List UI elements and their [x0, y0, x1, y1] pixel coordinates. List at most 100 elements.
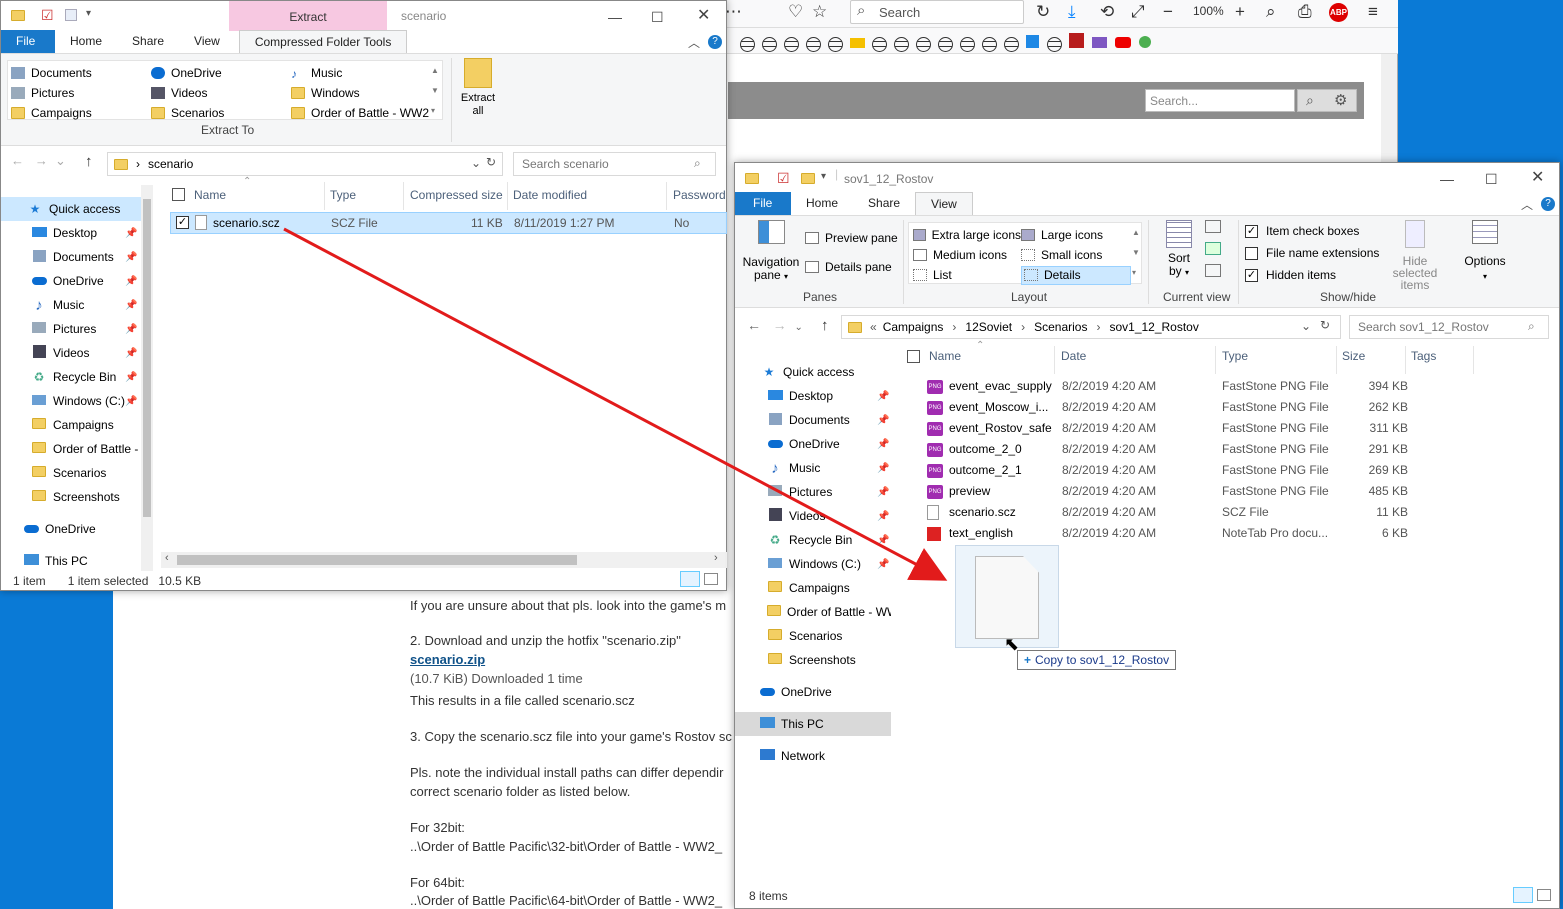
ribbon-collapse-icon[interactable]: ︿ [1521, 196, 1533, 213]
table-row[interactable]: scenario.scz 8/2/2019 4:20 AM SCZ File 11 K… [927, 502, 1527, 523]
nav-screenshots[interactable]: Screenshots [31, 485, 120, 509]
nav-music[interactable]: ♪ Music 📌 [31, 293, 139, 317]
address-bar[interactable]: › scenario ⌄ ↻ [107, 152, 503, 176]
dest-windows[interactable]: Windows [291, 86, 360, 100]
table-row[interactable]: PNG event_Moscow_i... 8/2/2019 4:20 AM Fast… [927, 397, 1527, 418]
nav-onedrive[interactable]: OneDrive 📌 [767, 432, 889, 456]
group-by-icon[interactable] [1205, 220, 1221, 233]
layout-details[interactable]: Details [1021, 265, 1131, 285]
gallery-scroll-icon[interactable]: ▲ ▼ ▾ [431, 61, 439, 121]
zoom-level[interactable]: 100% [1193, 4, 1224, 18]
help-icon[interactable]: ? [1541, 197, 1555, 211]
extract-context-tab[interactable]: Extract [229, 1, 387, 31]
details-view-icon[interactable] [680, 571, 700, 587]
nav-network[interactable]: Network [759, 744, 825, 768]
dest-documents[interactable]: Documents [11, 66, 151, 80]
maximize-icon[interactable]: ☐ [651, 9, 664, 26]
nav-scenarios[interactable]: Scenarios [767, 624, 842, 648]
minimize-icon[interactable]: — [1440, 171, 1454, 187]
layout-small-icons[interactable]: Small icons [1021, 248, 1102, 262]
layout-extra-large-icons[interactable]: Extra large icons [913, 228, 1021, 242]
reload-icon[interactable]: ↻ [1036, 2, 1050, 22]
tab-home[interactable]: Home [55, 30, 117, 53]
nav-onedrive-root[interactable]: OneDrive [759, 680, 832, 704]
nav-this-pc[interactable]: This PC [23, 549, 88, 573]
table-row[interactable]: PNG preview 8/2/2019 4:20 AM FastStone PNG … [927, 481, 1527, 502]
up-arrow-icon[interactable]: ↑ [85, 153, 93, 170]
dest-videos[interactable]: Videos [151, 86, 291, 100]
col-compressed-size[interactable]: Compressed size [410, 188, 503, 202]
zoom-in-icon[interactable]: + [1235, 2, 1245, 22]
layout-medium-icons[interactable]: Medium icons [913, 248, 1021, 262]
nav-campaigns[interactable]: Campaigns [31, 413, 114, 437]
table-row[interactable]: PNG event_evac_supply 8/2/2019 4:20 AM Fast… [927, 376, 1527, 397]
print-icon[interactable]: ⎙ [1298, 2, 1312, 22]
layout-large-icons[interactable]: Large icons [1021, 228, 1103, 242]
col-type[interactable]: Type [1222, 349, 1248, 363]
new-folder-icon[interactable] [65, 9, 77, 21]
nav-order-of-battle[interactable]: Order of Battle - [31, 437, 139, 461]
search-box[interactable]: Search sov1_12_Rostov ⌕ [1349, 315, 1549, 339]
file-name-extensions-toggle[interactable]: File name extensions [1245, 246, 1379, 260]
table-row[interactable]: PNG outcome_2_0 8/2/2019 4:20 AM FastStone … [927, 439, 1527, 460]
nav-pictures[interactable]: Pictures 📌 [31, 317, 139, 341]
breadcrumb-campaigns[interactable]: Campaigns [883, 320, 944, 334]
up-arrow-icon[interactable]: ↑ [821, 317, 829, 334]
extract-all-button[interactable]: Extract all [458, 58, 498, 118]
col-date-modified[interactable]: Date modified [513, 188, 587, 202]
col-password[interactable]: Password [673, 188, 726, 202]
nav-onedrive[interactable]: OneDrive 📌 [31, 269, 139, 293]
close-icon[interactable]: ✕ [697, 5, 710, 25]
tab-file[interactable]: File [1, 30, 55, 53]
find-icon[interactable]: ⌕ [1266, 2, 1276, 22]
tab-view[interactable]: View [179, 30, 235, 53]
select-all-checkbox[interactable] [172, 188, 185, 201]
col-name[interactable]: Name [194, 188, 226, 202]
nav-pictures[interactable]: Pictures 📌 [767, 480, 889, 504]
size-columns-icon[interactable] [1205, 264, 1221, 277]
select-all-checkbox[interactable] [907, 350, 920, 363]
site-search-buttons[interactable]: ⌕ ⚙ [1297, 89, 1357, 112]
breadcrumb-current[interactable]: sov1_12_Rostov [1109, 320, 1198, 334]
nav-onedrive-root[interactable]: OneDrive [23, 517, 96, 541]
table-row[interactable]: text_english 8/2/2019 4:20 AM NoteTab Pro … [927, 523, 1527, 544]
nav-screenshots[interactable]: Screenshots [767, 648, 856, 672]
bookmark-star-icon[interactable]: ☆ [812, 2, 827, 22]
dest-order-of-battle[interactable]: Order of Battle - WW2 [291, 106, 429, 120]
tab-view[interactable]: View [915, 192, 973, 215]
dest-pictures[interactable]: Pictures [11, 86, 151, 100]
qat-dropdown-icon[interactable]: ▾ [821, 171, 826, 182]
dest-music[interactable]: ♪ Music [291, 66, 342, 81]
col-date[interactable]: Date [1061, 349, 1086, 363]
col-size[interactable]: Size [1342, 349, 1365, 363]
col-type[interactable]: Type [330, 188, 356, 202]
table-row[interactable]: ✓ scenario.scz SCZ File 11 KB 8/11/2019 … [170, 212, 727, 234]
nav-documents[interactable]: Documents 📌 [767, 408, 889, 432]
nav-videos[interactable]: Videos 📌 [767, 504, 889, 528]
minimize-icon[interactable]: — [608, 9, 622, 25]
preview-pane-button[interactable]: Preview pane [805, 231, 898, 245]
nav-desktop[interactable]: Desktop 📌 [767, 384, 889, 408]
nav-videos[interactable]: Videos 📌 [31, 341, 139, 365]
add-columns-icon[interactable] [1205, 242, 1221, 255]
nav-quick-access[interactable]: ★ Quick access [761, 360, 855, 384]
nav-back-forward-icons[interactable]: ← → ⌄ [11, 153, 66, 169]
site-search-input[interactable]: Search... [1145, 89, 1295, 112]
dest-campaigns[interactable]: Campaigns [11, 106, 151, 120]
fullscreen-icon[interactable]: ⤢ [1131, 2, 1145, 22]
breadcrumb-scenarios[interactable]: Scenarios [1034, 320, 1087, 334]
nav-documents[interactable]: Documents 📌 [31, 245, 139, 269]
breadcrumb-12soviet[interactable]: 12Soviet [965, 320, 1012, 334]
zoom-out-icon[interactable]: − [1163, 2, 1173, 22]
browser-search-field[interactable]: ⌕ Search [850, 0, 1024, 24]
hide-selected-items-button[interactable]: Hide selected items [1379, 220, 1451, 291]
col-tags[interactable]: Tags [1411, 349, 1436, 363]
large-icons-view-icon[interactable] [704, 573, 718, 585]
nav-windows-c[interactable]: Windows (C:) 📌 [31, 389, 139, 413]
pocket-icon[interactable]: ♡ [788, 2, 803, 22]
download-icon[interactable]: ⤓ [1068, 2, 1076, 22]
large-icons-view-icon[interactable] [1537, 889, 1551, 901]
address-bar[interactable]: « Campaigns › 12Soviet › Scenarios › sov1_1… [841, 315, 1341, 339]
close-icon[interactable]: ✕ [1531, 167, 1544, 187]
hamburger-menu-icon[interactable]: ≡ [1368, 2, 1378, 22]
